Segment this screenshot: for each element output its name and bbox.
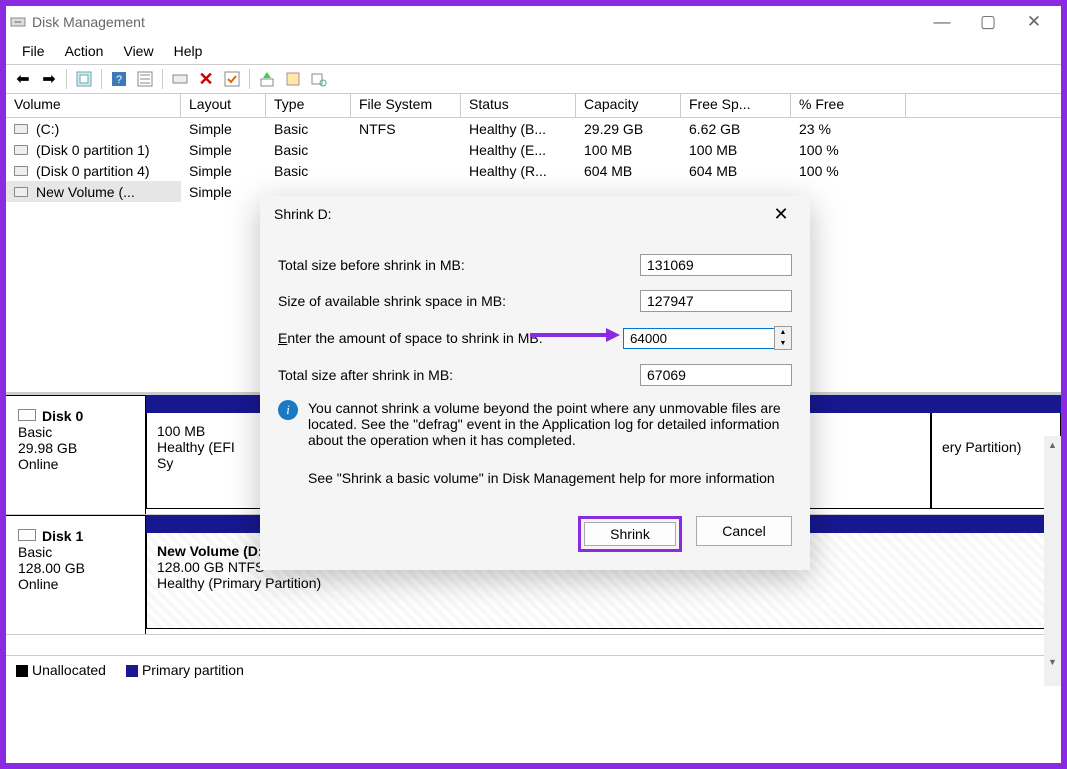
dialog-title: Shrink D: (274, 206, 766, 222)
partition[interactable]: ery Partition) (931, 395, 1061, 514)
svg-text:?: ? (116, 74, 122, 86)
vertical-scrollbar[interactable]: ▲ ▼ (1044, 436, 1061, 686)
shrink-button-highlight: Shrink (578, 516, 682, 552)
help-icon[interactable]: ? (108, 68, 130, 90)
cancel-button[interactable]: Cancel (696, 516, 792, 546)
menu-help[interactable]: Help (164, 40, 213, 62)
field-total-before: 131069 (640, 254, 792, 276)
col-status[interactable]: Status (461, 94, 576, 117)
col-cap[interactable]: Capacity (576, 94, 681, 117)
swatch-unallocated (16, 665, 28, 677)
maximize-button[interactable]: ▢ (965, 7, 1011, 37)
info-icon: i (278, 400, 298, 420)
legend: Unallocated Primary partition (6, 655, 1061, 683)
col-volume[interactable]: Volume (6, 94, 181, 117)
drive-icon (14, 187, 28, 197)
spin-up-icon: ▲ (775, 327, 791, 338)
table-row[interactable]: (Disk 0 partition 1) Simple Basic Health… (6, 139, 1061, 160)
toolbar: ⬅ ➡ ? ✕ (6, 64, 1061, 94)
back-icon[interactable]: ⬅ (12, 68, 34, 90)
partition[interactable]: 100 MB Healthy (EFI Sy (146, 395, 264, 514)
col-free[interactable]: Free Sp... (681, 94, 791, 117)
swatch-primary (126, 665, 138, 677)
col-type[interactable]: Type (266, 94, 351, 117)
drive-icon (14, 145, 28, 155)
drive-icon (14, 166, 28, 176)
info-text-1: You cannot shrink a volume beyond the po… (308, 400, 792, 448)
shrink-amount-input[interactable] (623, 328, 775, 349)
label-available: Size of available shrink space in MB: (278, 293, 640, 309)
volume-table-body: (C:) Simple Basic NTFS Healthy (B... 29.… (6, 118, 1061, 202)
pin-icon[interactable] (282, 68, 304, 90)
svg-text:==: == (14, 20, 22, 26)
col-fs[interactable]: File System (351, 94, 461, 117)
spinner[interactable]: ▲▼ (774, 326, 792, 350)
dialog-close-icon[interactable]: ✕ (766, 204, 796, 225)
window-title: Disk Management (32, 14, 919, 30)
info-text-2: See "Shrink a basic volume" in Disk Mana… (308, 470, 775, 486)
table-row[interactable]: (Disk 0 partition 4) Simple Basic Health… (6, 160, 1061, 181)
expand-icon[interactable] (73, 68, 95, 90)
label-total-after: Total size after shrink in MB: (278, 367, 640, 383)
volume-table-header: Volume Layout Type File System Status Ca… (6, 94, 1061, 118)
title-bar: == Disk Management — ▢ ✕ (6, 6, 1061, 38)
disk-label[interactable]: Disk 0 Basic 29.98 GB Online (6, 395, 146, 514)
refresh-icon[interactable] (169, 68, 191, 90)
menu-file[interactable]: File (12, 40, 55, 62)
col-layout[interactable]: Layout (181, 94, 266, 117)
minimize-button[interactable]: — (919, 7, 965, 37)
shrink-button[interactable]: Shrink (584, 522, 676, 546)
disk-icon (18, 409, 36, 421)
label-total-before: Total size before shrink in MB: (278, 257, 640, 273)
field-available: 127947 (640, 290, 792, 312)
menu-view[interactable]: View (113, 40, 163, 62)
delete-icon[interactable]: ✕ (195, 68, 217, 90)
menu-action[interactable]: Action (55, 40, 114, 62)
close-button[interactable]: ✕ (1011, 7, 1057, 37)
scroll-down-icon[interactable]: ▼ (1044, 653, 1061, 670)
annotation-arrow (530, 328, 620, 342)
menu-bar: File Action View Help (6, 38, 1061, 64)
dialog-title-bar: Shrink D: ✕ (260, 196, 810, 232)
spin-down-icon: ▼ (775, 338, 791, 349)
shrink-dialog: Shrink D: ✕ Total size before shrink in … (260, 196, 810, 570)
table-row[interactable]: (C:) Simple Basic NTFS Healthy (B... 29.… (6, 118, 1061, 139)
drive-icon (14, 124, 28, 134)
field-total-after: 67069 (640, 364, 792, 386)
check-icon[interactable] (221, 68, 243, 90)
disk-label[interactable]: Disk 1 Basic 128.00 GB Online (6, 515, 146, 634)
disk-icon (18, 529, 36, 541)
list-icon[interactable] (134, 68, 156, 90)
up-icon[interactable] (256, 68, 278, 90)
search-icon[interactable] (308, 68, 330, 90)
scroll-up-icon[interactable]: ▲ (1044, 436, 1061, 453)
app-icon: == (10, 14, 26, 30)
col-pct[interactable]: % Free (791, 94, 906, 117)
forward-icon[interactable]: ➡ (38, 68, 60, 90)
